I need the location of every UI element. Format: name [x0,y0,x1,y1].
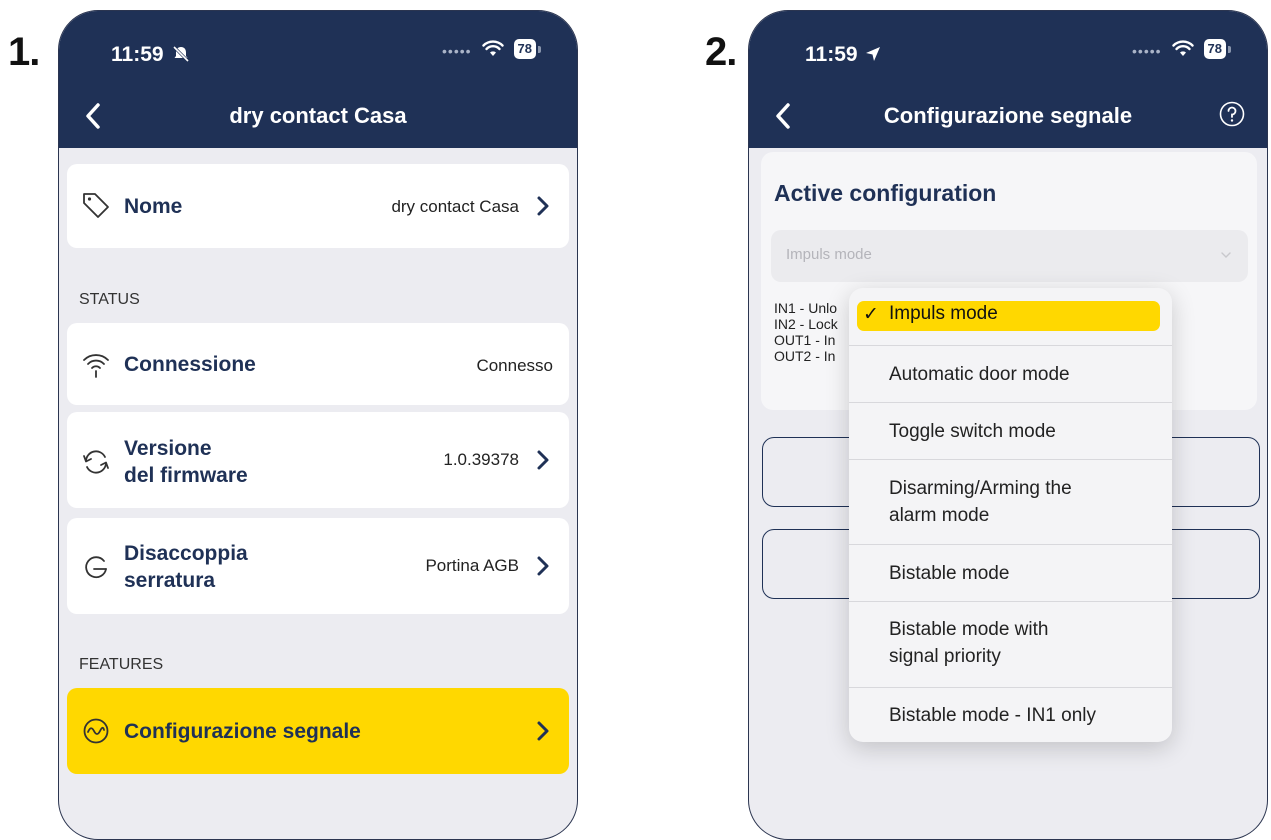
bell-slash-icon [173,45,190,63]
question-circle-icon[interactable] [1217,99,1247,129]
firmware-value: 1.0.39378 [443,450,519,469]
dropdown-option-label: Automatic door mode [889,364,1070,385]
status-time-text: 11:59 [805,43,858,66]
battery-level: 78 [1203,39,1226,59]
configurazione-segnale-row[interactable]: Configurazione segnale [67,688,569,774]
dropdown-option-label: Toggle switch mode [889,421,1056,442]
firmware-row[interactable]: Versione del firmware 1.0.39378 [67,412,569,508]
status-section-title: STATUS [79,291,140,308]
dropdown-option-label-line1: Disarming/Arming the [889,478,1072,499]
dropdown-option-toggle-switch-mode[interactable]: Toggle switch mode [849,402,1172,459]
io-line: IN2 - Lock [774,316,838,332]
signal-wave-icon [83,718,109,744]
status-indicators: ••••• 78 [442,39,541,59]
battery-icon: 78 [1203,39,1231,59]
nome-label: Nome [124,195,183,218]
connessione-value: Connesso [476,356,553,375]
disaccoppia-label-line1: Disaccoppia [124,542,248,565]
configurazione-label: Configurazione segnale [124,720,361,743]
configuration-select-value: Impuls mode [786,246,872,263]
selected-option-highlight: ✓ Impuls mode [857,301,1160,331]
disaccoppia-value: Portina AGB [425,556,519,575]
mode-dropdown-menu: ✓ Impuls mode Automatic door mode Toggle… [849,288,1172,742]
sync-icon [83,450,109,474]
signal-dots-icon: ••••• [1132,43,1162,59]
dropdown-option-label: Bistable mode with signal priority [889,616,1048,670]
checkmark-icon: ✓ [863,304,879,325]
features-section-title: FEATURES [79,656,164,673]
io-description: IN1 - Unlo IN2 - Lock OUT1 - In OUT2 - I… [774,300,838,364]
configuration-select[interactable]: Impuls mode [771,230,1248,282]
dropdown-option-label: Bistable mode - IN1 only [889,705,1096,726]
battery-level: 78 [513,39,536,59]
dropdown-option-impuls-mode[interactable]: ✓ Impuls mode [849,288,1172,345]
dropdown-option-bistable-mode[interactable]: Bistable mode [849,544,1172,601]
step-number-1: 1. [8,30,40,74]
status-indicators: ••••• 78 [1132,39,1231,59]
signal-dots-icon: ••••• [442,43,472,59]
page-title: Configurazione segnale [883,103,1133,128]
battery-tip [1228,45,1231,53]
tag-icon [83,193,109,218]
top-bar: 11:59 ••••• 78 Configurazione segnale [749,11,1267,148]
dropdown-option-automatic-door-mode[interactable]: Automatic door mode [849,345,1172,402]
wifi-status-icon [481,40,504,56]
nome-row[interactable]: Nome dry contact Casa [67,164,569,248]
connessione-label: Connessione [124,353,256,376]
dropdown-option-label-line1: Bistable mode with [889,619,1049,640]
firmware-label-line2: del firmware [124,464,248,487]
step-number-2: 2. [705,30,737,74]
status-time: 11:59 [111,43,191,67]
top-bar: 11:59 ••••• 78 dry contact Casa [59,11,577,148]
io-line: OUT2 - In [774,348,836,364]
firmware-label: Versione del firmware [124,435,248,489]
chevron-right-icon [537,450,549,470]
io-line: IN1 - Unlo [774,300,838,316]
selected-option-label: Impuls mode [889,303,998,324]
battery-tip [538,45,541,53]
dropdown-option-label: Bistable mode [889,563,1010,584]
wifi-status-icon [1171,40,1194,56]
dropdown-option-bistable-in1-only[interactable]: Bistable mode - IN1 only [849,687,1172,742]
dropdown-option-label-line2: signal priority [889,646,1001,667]
chevron-right-icon [537,556,549,576]
disaccoppia-label-line2: serratura [124,569,216,592]
nome-value: dry contact Casa [391,197,519,216]
page-title: dry contact Casa [229,103,407,128]
io-line: OUT1 - In [774,332,836,348]
battery-icon: 78 [513,39,541,59]
wifi-icon [83,354,109,378]
connessione-row: Connessione Connesso [67,323,569,405]
status-time: 11:59 [805,43,882,67]
chevron-down-icon [1221,252,1231,258]
chevron-right-icon [537,721,549,741]
disaccoppia-row[interactable]: Disaccoppia serratura Portina AGB [67,518,569,614]
status-time-text: 11:59 [111,43,164,66]
firmware-label-line1: Versione [124,437,212,460]
phone-screen-1: 11:59 ••••• 78 dry contact Casa Nome dry… [58,10,578,840]
lock-cycle-icon [85,556,107,579]
dropdown-option-label: Disarming/Arming the alarm mode [889,475,1072,529]
disaccoppia-label: Disaccoppia serratura [124,540,248,594]
dropdown-option-label-line2: alarm mode [889,505,990,526]
chevron-right-icon [537,196,549,216]
dropdown-option-bistable-signal-priority[interactable]: Bistable mode with signal priority [849,601,1172,687]
location-arrow-icon [866,47,881,61]
active-configuration-title: Active configuration [774,180,997,206]
dropdown-option-disarming-arming-alarm-mode[interactable]: Disarming/Arming the alarm mode [849,459,1172,544]
phone-screen-2: 11:59 ••••• 78 Configurazione segnale Ac… [748,10,1268,840]
